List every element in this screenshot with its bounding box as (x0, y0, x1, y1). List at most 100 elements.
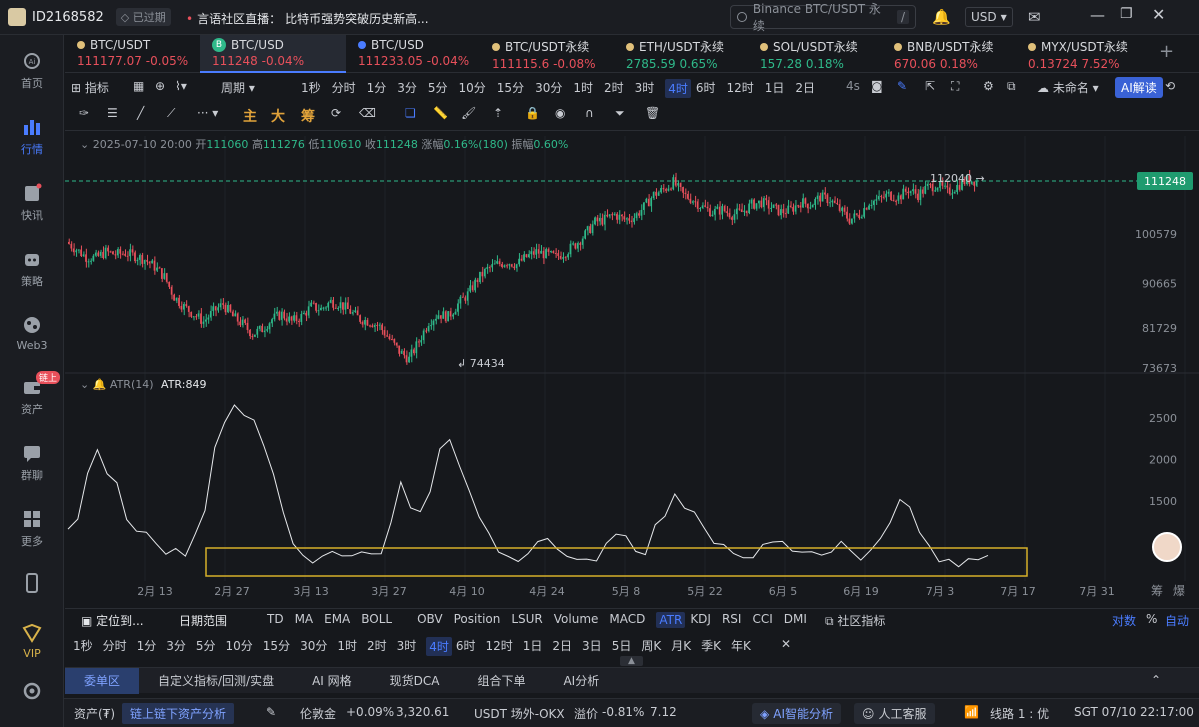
replay-icon[interactable]: ⟳ (331, 106, 341, 120)
period-option[interactable]: 5分 (196, 637, 216, 654)
ticker-tab[interactable]: BTC/USDT 111177.07 -0.05% (65, 35, 200, 73)
mail-icon[interactable]: ✉ (1028, 8, 1041, 26)
ticker-tab[interactable]: ETH/USDT永续 2785.59 0.65% (614, 35, 748, 73)
interval-option[interactable]: 6时 (696, 79, 716, 96)
ticker-tab-active[interactable]: B BTC/USD 111248 -0.04% (200, 35, 346, 73)
eye-icon[interactable]: ◉ (555, 106, 565, 120)
ticker-tab[interactable]: SOL/USDT永续 157.28 0.18% (748, 35, 882, 73)
interval-option[interactable]: 2日 (795, 79, 815, 96)
chart-area[interactable]: 100579 90665 81729 73673 111248 112040 → ↲ 744… (65, 131, 1199, 608)
bottom-tab[interactable]: 自定义指标/回测/实盘 (139, 668, 293, 694)
ticker-tab[interactable]: BNB/USDT永续 670.06 0.18% (882, 35, 1016, 73)
bottom-tab[interactable]: AI 网格 (293, 668, 371, 694)
currency-select[interactable]: USD ▼ (965, 7, 1013, 27)
interval-option[interactable]: 12时 (727, 79, 754, 96)
interval-option[interactable]: 15分 (497, 79, 524, 96)
interval-option[interactable]: 3分 (397, 79, 417, 96)
magnet-icon[interactable]: ∩ (585, 106, 594, 120)
community-indicator-button[interactable]: ⧉ 社区指标 (825, 612, 885, 629)
calendar-icon[interactable]: ▦ (133, 79, 144, 93)
search-input[interactable]: Binance BTC/USDT 永续 / (730, 2, 916, 33)
interval-option[interactable]: 1时 (573, 79, 593, 96)
share-icon[interactable]: ⟲ (1165, 79, 1175, 93)
period-option[interactable]: 3分 (166, 637, 186, 654)
auto-scale-toggle[interactable]: 自动 (1165, 612, 1189, 629)
draw-edit-icon[interactable]: ✎ (897, 79, 907, 93)
collapse-icon[interactable]: ⌃ (1151, 673, 1161, 687)
collapse-icon[interactable]: ⌄ (80, 378, 89, 391)
locate-button[interactable]: ▣ 定位到... (81, 612, 144, 629)
export-icon[interactable]: ⇱ (925, 79, 935, 93)
big-order-button[interactable]: 大 (271, 106, 285, 126)
date-range-button[interactable]: 日期范围 (179, 612, 227, 629)
sub-indicator[interactable]: KDJ (690, 612, 711, 626)
sidebar-item-news[interactable]: 快讯 (0, 183, 64, 223)
period-option[interactable]: 年K (731, 637, 751, 654)
add-tab-icon[interactable]: + (1159, 41, 1174, 62)
sub-indicator[interactable]: ATR (656, 612, 686, 628)
gear-icon[interactable]: ⚙ (983, 79, 994, 93)
period-option[interactable]: 1日 (523, 637, 543, 654)
ticker-tab[interactable]: MYX/USDT永续 0.13724 7.52% (1016, 35, 1150, 73)
period-option[interactable]: 2时 (367, 637, 387, 654)
sidebar-item-market[interactable]: 行情 (0, 117, 64, 157)
customer-service-button[interactable]: ☺ 人工客服 (854, 703, 935, 724)
bottom-tab[interactable]: 委单区 (65, 668, 139, 694)
news-ticker[interactable]: • 言语社区直播： 比特币强势突破历史新高... (186, 10, 429, 27)
period-option[interactable]: 月K (671, 637, 691, 654)
bell-small-icon[interactable]: 🔔 (93, 378, 107, 391)
trash-icon[interactable]: 🗑 (645, 106, 660, 120)
ai-smart-analysis-button[interactable]: ◈ AI智能分析 (752, 703, 841, 724)
period-option[interactable]: 1分 (137, 637, 157, 654)
trend-line-icon[interactable]: ╱ (137, 106, 144, 120)
ticker-tab[interactable]: BTC/USD 111233.05 -0.04% (346, 35, 480, 73)
interval-option[interactable]: 30分 (535, 79, 562, 96)
overlay-indicator[interactable]: MA (295, 612, 314, 626)
period-option[interactable]: 4时 (426, 637, 452, 656)
filter-icon[interactable]: ⏷ (615, 106, 625, 121)
interval-option[interactable]: 10分 (459, 79, 486, 96)
ray-line-icon[interactable]: ⟋ (167, 106, 175, 121)
sidebar-item-home[interactable]: Ai 首页 (0, 51, 64, 91)
edit-icon[interactable]: ✎ (266, 705, 276, 719)
interval-option[interactable]: 1日 (765, 79, 785, 96)
overlay-indicator[interactable]: EMA (324, 612, 350, 626)
sidebar-item-vip[interactable]: VIP (0, 623, 64, 660)
sidebar-item-settings[interactable] (0, 681, 64, 705)
assistant-avatar[interactable] (1152, 532, 1182, 562)
interval-option[interactable]: 2时 (604, 79, 624, 96)
compare-icon[interactable]: ⊕ (155, 79, 165, 93)
period-option[interactable]: 10分 (226, 637, 253, 654)
indicator-button[interactable]: ⊞ 指标 (71, 79, 109, 96)
avatar[interactable] (8, 8, 26, 26)
arrow-icon[interactable]: ⇡ (493, 106, 503, 120)
sub-indicator[interactable]: DMI (784, 612, 807, 626)
collapse-icon[interactable]: ⌄ (80, 138, 89, 151)
ruler-icon[interactable]: 📏 (433, 106, 448, 120)
period-option[interactable]: 15分 (263, 637, 290, 654)
period-select[interactable]: 周期 ▾ (221, 79, 255, 96)
period-option[interactable]: 1秒 (73, 637, 93, 654)
period-option[interactable]: 3日 (582, 637, 602, 654)
percent-scale-toggle[interactable]: % (1146, 612, 1157, 626)
horizontal-lines-icon[interactable]: ☰ (107, 106, 118, 120)
sub-indicator[interactable]: OBV (417, 612, 443, 626)
period-option[interactable]: 1时 (337, 637, 357, 654)
bottom-tab[interactable]: 组合下单 (458, 668, 544, 694)
sub-indicator[interactable]: Position (454, 612, 501, 626)
sub-indicator[interactable]: Volume (554, 612, 599, 626)
sidebar-item-chat[interactable]: 群聊 (0, 443, 64, 483)
interval-option[interactable]: 5分 (428, 79, 448, 96)
lock-icon[interactable]: 🔒 (525, 106, 540, 120)
interval-option[interactable]: 3时 (635, 79, 655, 96)
sidebar-item-more[interactable]: 更多 (0, 509, 64, 549)
camera-icon[interactable]: ◙ (871, 79, 883, 93)
collapse-panel-icon[interactable]: ▲ (620, 656, 643, 666)
period-option[interactable]: 12时 (486, 637, 513, 654)
sidebar-item-web3[interactable]: Web3 (0, 315, 64, 352)
chip-button[interactable]: 筹 (301, 106, 315, 126)
price-chart[interactable]: 100579 90665 81729 73673 111248 112040 → ↲ 744… (65, 131, 1199, 608)
copy-icon[interactable]: ❏ (405, 106, 416, 120)
interval-option[interactable]: 1分 (367, 79, 387, 96)
interval-option[interactable]: 分时 (332, 79, 356, 96)
